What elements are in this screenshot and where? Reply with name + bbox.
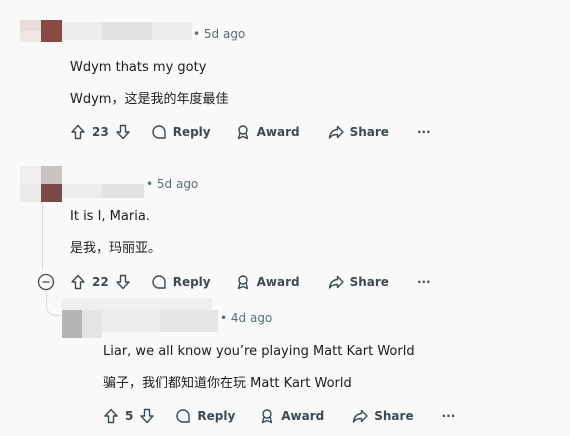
reply-button[interactable]: Reply: [151, 274, 211, 290]
award-button[interactable]: Award: [235, 124, 300, 140]
comment-text-en: It is I, Maria.: [70, 209, 150, 224]
share-arrow-icon: [328, 125, 344, 139]
upvote-arrow-icon: [71, 124, 85, 140]
share-arrow-icon: [353, 409, 368, 423]
comment-actions: 23 Reply Award Share ···: [70, 122, 431, 142]
share-button[interactable]: Share: [328, 124, 389, 140]
avatar[interactable]: [20, 20, 62, 42]
upvote-button[interactable]: [70, 124, 86, 140]
downvote-button[interactable]: [139, 408, 155, 424]
comment-text-zh: 是我，玛丽亚。: [70, 241, 162, 256]
upvote-button[interactable]: [70, 274, 86, 290]
downvote-arrow-icon: [140, 408, 155, 424]
upvote-button[interactable]: [103, 408, 119, 424]
comment-timestamp: • 5d ago: [193, 27, 246, 41]
vote-count: 23: [92, 125, 109, 139]
reply-connector: [46, 291, 61, 316]
share-label: Share: [349, 125, 389, 139]
comment-text-zh: 骗子，我们都知道你在玩 Matt Kart World: [103, 376, 352, 391]
vote-count: 22: [92, 275, 109, 289]
comment-text-en: Liar, we all know you’re playing Matt Ka…: [103, 344, 415, 359]
reply-label: Reply: [172, 275, 211, 289]
comment-text-en: Wdym thats my goty: [70, 60, 207, 75]
more-options-button[interactable]: ···: [417, 125, 431, 139]
comment-actions: 22 Reply Award Share ···: [70, 272, 431, 292]
downvote-arrow-icon: [116, 274, 130, 290]
share-arrow-icon: [328, 275, 344, 289]
upvote-arrow-icon: [71, 274, 85, 290]
award-medal-icon: [262, 409, 273, 424]
speech-bubble-icon: [152, 275, 166, 289]
award-label: Award: [281, 409, 325, 423]
vote-count: 5: [125, 409, 134, 423]
award-button[interactable]: Award: [235, 274, 300, 290]
share-button[interactable]: Share: [352, 408, 414, 424]
blurred-header-bar: [62, 298, 212, 310]
comment-timestamp: • 5d ago: [146, 177, 199, 191]
comment-timestamp: • 4d ago: [220, 311, 273, 325]
share-button[interactable]: Share: [328, 274, 389, 290]
share-label: Share: [374, 409, 414, 423]
share-label: Share: [349, 275, 389, 289]
downvote-button[interactable]: [115, 124, 131, 140]
reply-button[interactable]: Reply: [151, 124, 211, 140]
reply-button[interactable]: Reply: [175, 408, 235, 424]
upvote-arrow-icon: [104, 408, 118, 424]
avatar[interactable]: [62, 310, 102, 338]
username-blurred[interactable]: [62, 184, 144, 198]
reply-label: Reply: [197, 409, 236, 423]
comment-actions: 5 Reply Award Share ···: [103, 406, 455, 426]
downvote-arrow-icon: [116, 124, 130, 140]
speech-bubble-icon: [176, 409, 191, 423]
avatar[interactable]: [20, 166, 62, 202]
award-button[interactable]: Award: [259, 408, 324, 424]
award-label: Award: [256, 275, 300, 289]
award-label: Award: [256, 125, 300, 139]
collapse-minus-icon: [37, 273, 55, 291]
username-blurred[interactable]: [102, 310, 218, 332]
award-medal-icon: [237, 275, 248, 290]
thread-line[interactable]: [42, 202, 43, 270]
award-medal-icon: [237, 125, 248, 140]
downvote-button[interactable]: [115, 274, 131, 290]
username-blurred[interactable]: [62, 22, 192, 40]
more-options-button[interactable]: ···: [417, 275, 431, 289]
reply-label: Reply: [172, 125, 211, 139]
speech-bubble-icon: [152, 125, 166, 139]
comment-text-zh: Wdym，这是我的年度最佳: [70, 92, 229, 107]
more-options-button[interactable]: ···: [442, 409, 456, 423]
